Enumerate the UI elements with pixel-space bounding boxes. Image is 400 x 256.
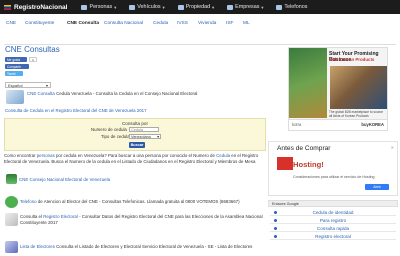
- ad-red-block: [277, 157, 293, 170]
- fb-like-button[interactable]: Me gusta: [5, 57, 27, 62]
- tab-isf[interactable]: ISF: [226, 21, 233, 26]
- ad-image: [289, 48, 327, 118]
- tab-vivienda[interactable]: Vivienda: [198, 21, 216, 26]
- ad-brand: kotra: [292, 122, 302, 127]
- chevron-down-icon: ▾: [45, 82, 48, 88]
- tweet-button[interactable]: Tweet: [5, 71, 23, 76]
- bullet-icon: [274, 210, 277, 214]
- language-select[interactable]: Español ▾: [5, 82, 51, 88]
- cne-thumbnail[interactable]: [6, 90, 24, 104]
- consulta-cedula-link[interactable]: Consulta de Cedula en el Registro Electo…: [5, 108, 147, 113]
- nav-item-empresas[interactable]: Empresas ▼: [227, 4, 264, 10]
- cne-consulta-link[interactable]: CNE Consulta: [27, 91, 55, 96]
- page-title: CNE Consultas: [5, 45, 60, 54]
- tab-cne[interactable]: CNE: [6, 21, 16, 26]
- venezuela-flag-icon: [4, 4, 11, 10]
- telefono-link[interactable]: Telefono: [20, 199, 37, 204]
- sidebar-item-cedula[interactable]: Cedula de identidad: [270, 209, 396, 216]
- form-title: Consulta por: [121, 121, 149, 126]
- chevron-down-icon: ▾: [157, 135, 159, 139]
- tipo-cedula-select[interactable]: Venezolano ▾: [129, 134, 161, 139]
- lista-electores-icon[interactable]: [5, 241, 18, 253]
- sidebar-item-consulta[interactable]: Consulta rapida: [270, 225, 396, 232]
- personas-link[interactable]: personas: [37, 153, 55, 158]
- bullet-icon: [274, 226, 277, 230]
- tab-cne-consulta[interactable]: CNE Consulta: [67, 21, 99, 26]
- ad-open-button[interactable]: Abrir: [365, 184, 389, 190]
- ad-caption: The global B2B marketplace to source all…: [329, 110, 384, 118]
- house-icon: [177, 4, 184, 10]
- nav-item-vehiculos[interactable]: Vehículos ▼: [129, 4, 166, 10]
- nav-item-telefonos[interactable]: Telefonos: [276, 4, 307, 10]
- sidebar-header: Enlaces Google: [268, 200, 398, 207]
- korean-products-ad[interactable]: Start Your Promising Business with Korea…: [288, 47, 388, 131]
- cedula-link[interactable]: Cedula: [216, 153, 230, 158]
- lista-electores-link[interactable]: Lista de Electores: [20, 244, 55, 249]
- sidebar-item-registro[interactable]: Para registro: [270, 217, 396, 224]
- intro-paragraph: Como encontrar personas por cedula en Ve…: [4, 153, 259, 164]
- tipo-label: Tipo de cedula: [101, 134, 130, 139]
- cne-consejo-link[interactable]: CNE Consejo Nacional Electoral de Venezu…: [19, 177, 110, 182]
- tab-cedula[interactable]: Cedula: [153, 21, 168, 26]
- phone-icon: [276, 4, 283, 10]
- bullet-icon: [274, 234, 277, 238]
- top-navbar: RegistroNacional Personas ▼ Vehículos ▼ Pr…: [0, 0, 400, 14]
- ad-hosting-text: Consideraciones para utilizar el servici…: [293, 175, 375, 179]
- cedula-label: Numero de cedula: [91, 127, 127, 132]
- tab-ivss[interactable]: IVSS: [177, 21, 188, 26]
- tab-constituyente[interactable]: Constituyente: [25, 21, 54, 26]
- sub-navbar: [0, 14, 400, 42]
- ad-header: Antes de Comprar: [277, 145, 331, 152]
- sidebar-item-electoral[interactable]: Registro electoral: [270, 233, 396, 240]
- buscar-button[interactable]: Buscar: [129, 142, 145, 148]
- briefcase-icon: [227, 4, 234, 10]
- bullet-icon: [274, 218, 277, 222]
- ad-footer: kotra buyKOREA: [289, 119, 387, 130]
- registro-electoral-link[interactable]: Registro Electoral: [43, 214, 78, 219]
- fb-like-count: 0: [29, 57, 37, 62]
- brand-name: RegistroNacional: [14, 3, 68, 11]
- cne-logo-icon[interactable]: [6, 174, 17, 184]
- ad-tag: buyKOREA: [361, 122, 384, 127]
- sidebar-links: Enlaces Google Cedula de identidad Para …: [268, 200, 398, 256]
- article-cne-consulta: CNE Consulta Cedula Venezuela - Consulta…: [27, 91, 198, 96]
- ad-hosting-title: Hosting!: [293, 160, 324, 169]
- cedula-input[interactable]: Cedula: [129, 127, 159, 132]
- divider: [4, 44, 396, 45]
- telefono-row: Telefono de Atencion al Elector del CNE …: [20, 199, 240, 204]
- tab-consulta-nacional[interactable]: Consulta Nacional: [104, 21, 143, 26]
- tab-ml[interactable]: ML: [243, 21, 250, 26]
- person-icon: [81, 4, 88, 10]
- share-button[interactable]: Compartir: [5, 64, 29, 69]
- site-logo[interactable]: RegistroNacional: [4, 4, 67, 11]
- car-icon: [129, 4, 136, 10]
- telefono-icon[interactable]: [5, 196, 18, 208]
- ad-photo: [330, 66, 387, 109]
- hosting-ad[interactable]: Antes de Comprar ✕ Hosting! Consideracio…: [268, 141, 398, 196]
- close-icon[interactable]: ✕: [391, 145, 394, 150]
- nav-item-propiedad[interactable]: Propiedad ▼: [177, 4, 215, 10]
- ad-subtitle: with Korean Products: [329, 57, 375, 62]
- registro-electoral-icon[interactable]: [5, 213, 18, 226]
- nav-item-personas[interactable]: Personas ▼: [81, 4, 117, 10]
- registro-electoral-row: Consulta el Registro Electoral - Consult…: [20, 214, 263, 225]
- lista-electores-row: Lista de Electores Consulta el Listado d…: [20, 244, 253, 249]
- consulta-form: Consulta por Numero de cedula Cedula Tip…: [4, 118, 266, 151]
